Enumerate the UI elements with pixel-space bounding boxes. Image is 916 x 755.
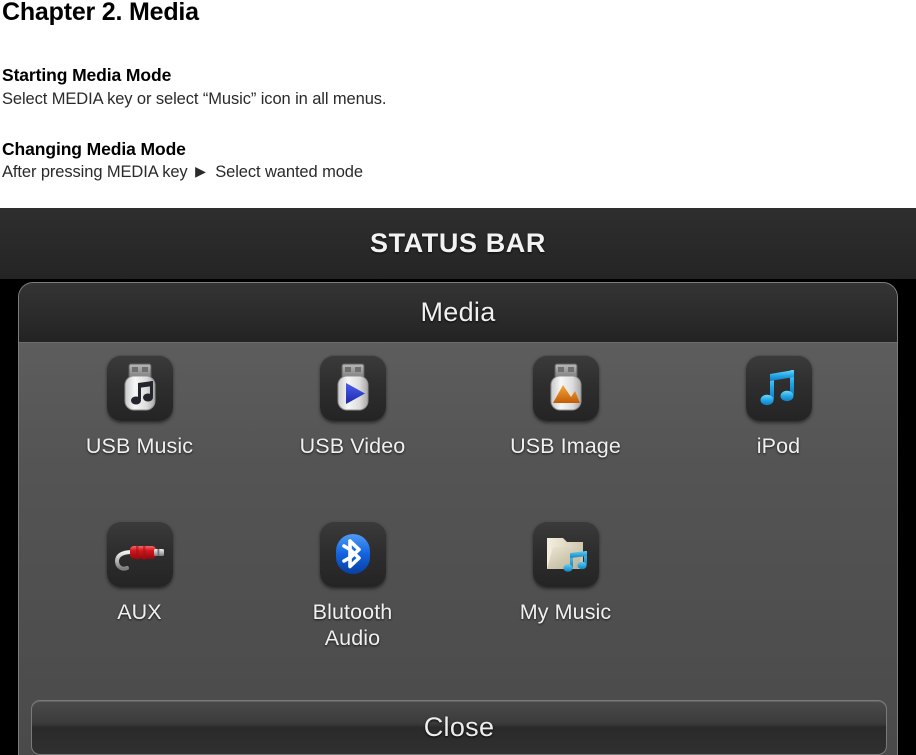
right-triangle-arrow-icon: ▶: [195, 163, 206, 179]
media-item-label: My Music: [519, 600, 612, 624]
document-text-block: Chapter 2. Media Starting Media Mode Sel…: [0, 0, 916, 208]
close-button-label: Close: [423, 712, 495, 742]
section-heading-changing-media-mode: Changing Media Mode: [2, 139, 186, 159]
usb-image-icon[interactable]: [532, 355, 599, 421]
media-dialog-title: Media: [420, 297, 496, 327]
media-item-usb-video[interactable]: USB Video: [246, 355, 459, 459]
usb-video-icon[interactable]: [319, 355, 386, 421]
media-dialog: Media USB Music USB Video USB Image iPod…: [18, 282, 898, 755]
close-button[interactable]: Close: [31, 700, 887, 755]
media-grid-row-1: USB Music USB Video USB Image iPod: [19, 355, 897, 459]
media-item-label: USB Video: [299, 434, 406, 458]
media-item-ipod[interactable]: iPod: [672, 355, 885, 459]
status-bar-label: STATUS BAR: [370, 228, 546, 258]
media-item-aux[interactable]: AUX: [33, 521, 246, 651]
instruction-step-2: Select wanted mode: [215, 163, 363, 181]
status-bar: STATUS BAR: [0, 208, 916, 279]
my-music-folder-icon[interactable]: [532, 521, 599, 587]
media-item-label: USB Image: [510, 434, 621, 458]
media-grid-empty-cell: [672, 521, 885, 651]
media-dialog-header: Media: [19, 283, 897, 343]
media-dialog-body: USB Music USB Video USB Image iPod AUX B…: [19, 343, 897, 755]
head-unit-screen: STATUS BAR Media USB Music USB Video USB…: [0, 208, 916, 755]
section-body-changing-media-mode: After pressing MEDIA key ▶ Select wanted…: [2, 163, 363, 182]
media-item-label: USB Music: [85, 434, 194, 458]
media-item-usb-music[interactable]: USB Music: [33, 355, 246, 459]
manual-page: Chapter 2. Media Starting Media Mode Sel…: [0, 0, 916, 755]
usb-music-icon[interactable]: [106, 355, 173, 421]
instruction-step-1: After pressing MEDIA key: [2, 163, 188, 181]
section-body-starting-media-mode: Select MEDIA key or select “Music” icon …: [2, 90, 387, 108]
media-item-label: iPod: [756, 434, 801, 458]
aux-jack-icon[interactable]: [106, 521, 173, 587]
media-item-label: AUX: [117, 600, 162, 624]
media-item-label: Blutooth Audio: [312, 600, 393, 650]
media-item-usb-image[interactable]: USB Image: [459, 355, 672, 459]
ipod-note-icon[interactable]: [745, 355, 812, 421]
media-item-my-music[interactable]: My Music: [459, 521, 672, 651]
media-item-bluetooth-audio[interactable]: Blutooth Audio: [246, 521, 459, 651]
section-heading-starting-media-mode: Starting Media Mode: [2, 65, 172, 85]
bluetooth-icon[interactable]: [319, 521, 386, 587]
page-title: Chapter 2. Media: [2, 0, 199, 26]
media-grid-row-2: AUX Blutooth Audio My Music: [19, 521, 897, 651]
